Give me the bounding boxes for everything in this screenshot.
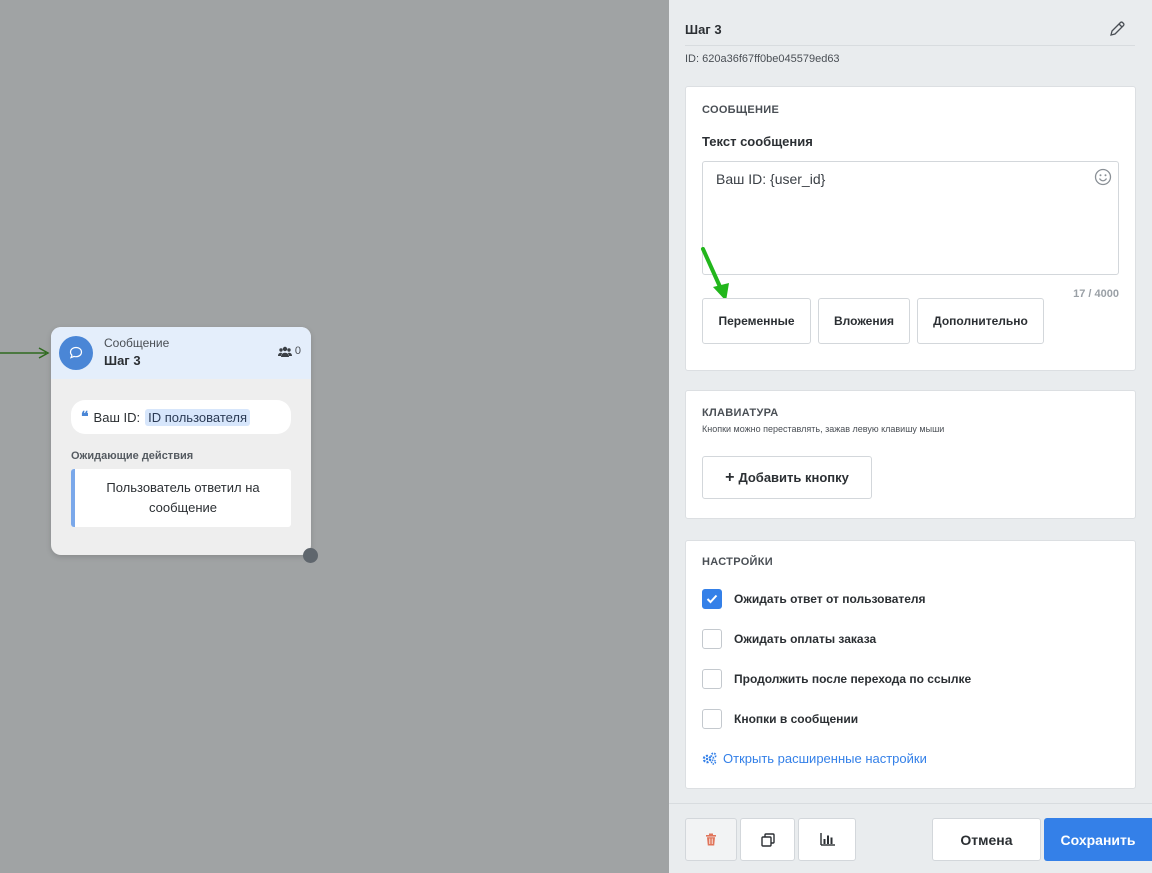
node-header: Сообщение Шаг 3 0 xyxy=(51,327,311,379)
copy-icon xyxy=(760,832,775,847)
message-text-label: Текст сообщения xyxy=(702,134,813,149)
keyboard-section: КЛАВИАТУРА Кнопки можно переставлять, за… xyxy=(685,390,1136,519)
statistics-button[interactable] xyxy=(798,818,856,861)
keyboard-hint: Кнопки можно переставлять, зажав левую к… xyxy=(702,424,945,434)
panel-divider xyxy=(685,45,1135,46)
panel-title: Шаг 3 xyxy=(685,22,722,37)
checkbox-unchecked[interactable] xyxy=(702,629,722,649)
checkbox-unchecked[interactable] xyxy=(702,669,722,689)
settings-section-heading: НАСТРОЙКИ xyxy=(702,556,773,568)
duplicate-button[interactable] xyxy=(740,818,795,861)
checkbox-unchecked[interactable] xyxy=(702,709,722,729)
setting-continue-after-link[interactable]: Продолжить после перехода по ссылке xyxy=(702,669,971,689)
node-message-preview: ❝ Ваш ID: ID пользователя xyxy=(71,400,291,434)
subscribers-count: 0 xyxy=(277,345,301,357)
node-message-prefix: Ваш ID: xyxy=(93,409,141,425)
add-button-button[interactable]: + Добавить кнопку xyxy=(702,456,872,499)
quote-icon: ❝ xyxy=(81,409,89,425)
node-type-label: Сообщение xyxy=(104,336,170,350)
message-bubble-icon xyxy=(59,336,93,370)
pending-action-card: Пользователь ответил на сообщение xyxy=(71,469,291,527)
save-button[interactable]: Сохранить xyxy=(1044,818,1152,861)
pencil-icon[interactable] xyxy=(1108,20,1126,38)
cancel-button[interactable]: Отмена xyxy=(932,818,1041,861)
flow-canvas[interactable]: Сообщение Шаг 3 0 ❝ Ваш ID: ID пользоват… xyxy=(0,0,669,873)
users-icon xyxy=(277,346,292,357)
setting-wait-payment[interactable]: Ожидать оплаты заказа xyxy=(702,629,876,649)
gears-icon xyxy=(702,752,717,765)
more-options-button[interactable]: Дополнительно xyxy=(917,298,1044,344)
setting-label: Ожидать оплаты заказа xyxy=(734,632,877,646)
node-message-variable: ID пользователя xyxy=(145,408,251,426)
message-text-input[interactable]: Ваш ID: {user_id} xyxy=(702,161,1119,275)
checkbox-checked[interactable] xyxy=(702,589,722,609)
node-title: Шаг 3 xyxy=(104,353,141,368)
emoji-icon[interactable] xyxy=(1094,168,1112,186)
advanced-settings-label: Открыть расширенные настройки xyxy=(723,751,927,766)
checkmark-icon xyxy=(706,594,718,604)
add-button-label: Добавить кнопку xyxy=(738,470,849,485)
setting-label: Кнопки в сообщении xyxy=(734,712,859,726)
advanced-settings-link[interactable]: Открыть расширенные настройки xyxy=(702,751,927,766)
bar-chart-icon xyxy=(819,833,835,846)
variables-button[interactable]: Переменные xyxy=(702,298,811,344)
setting-buttons-in-message[interactable]: Кнопки в сообщении xyxy=(702,709,858,729)
subscribers-count-value: 0 xyxy=(294,345,301,357)
settings-section: НАСТРОЙКИ Ожидать ответ от пользователя … xyxy=(685,540,1136,789)
flow-node-step3[interactable]: Сообщение Шаг 3 0 ❝ Ваш ID: ID пользоват… xyxy=(51,327,318,563)
plus-icon: + xyxy=(725,468,735,486)
message-section: СООБЩЕНИЕ Текст сообщения Ваш ID: {user_… xyxy=(685,86,1136,371)
step-id: ID: 620a36f67ff0be045579ed63 xyxy=(685,53,840,65)
annotation-arrow xyxy=(701,247,729,301)
attachments-button[interactable]: Вложения xyxy=(818,298,910,344)
delete-button[interactable] xyxy=(685,818,737,861)
footer-divider xyxy=(669,803,1152,804)
trash-icon xyxy=(706,833,716,846)
setting-label: Продолжить после перехода по ссылке xyxy=(734,672,972,686)
setting-label: Ожидать ответ от пользователя xyxy=(734,592,926,606)
incoming-connector-arrow xyxy=(0,347,50,359)
message-section-heading: СООБЩЕНИЕ xyxy=(702,104,780,116)
pending-actions-label: Ожидающие действия xyxy=(71,450,194,462)
char-counter: 17 / 4000 xyxy=(1073,288,1119,300)
step-editor-panel: Шаг 3 ID: 620a36f67ff0be045579ed63 СООБЩ… xyxy=(669,0,1152,873)
keyboard-section-heading: КЛАВИАТУРА xyxy=(702,407,779,419)
node-output-port[interactable] xyxy=(303,548,318,563)
setting-wait-user-reply[interactable]: Ожидать ответ от пользователя xyxy=(702,589,926,609)
